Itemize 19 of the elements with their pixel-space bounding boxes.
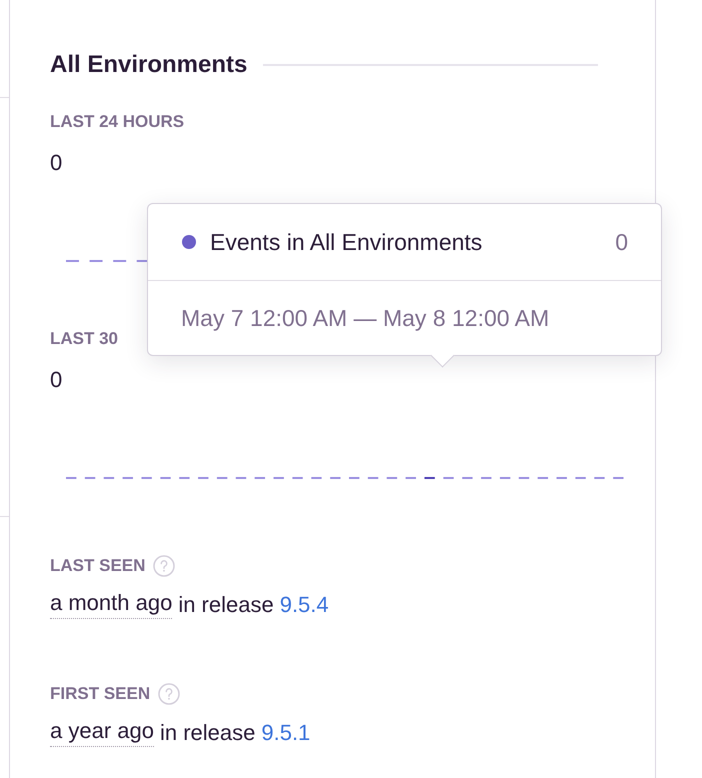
series-dot-icon — [182, 235, 196, 249]
section-heading: All Environments — [50, 50, 248, 80]
seen-label: FIRST SEEN — [50, 684, 150, 704]
event-count: 0 — [50, 150, 64, 176]
help-icon[interactable] — [158, 683, 180, 705]
series-value: 0 — [615, 228, 628, 256]
seen-label: LAST SEEN — [50, 556, 146, 576]
release-text: in release — [178, 591, 274, 619]
help-icon[interactable] — [153, 555, 176, 577]
stat-label: LAST 30 — [50, 329, 120, 349]
relative-time: a year ago — [50, 719, 154, 747]
event-count: 0 — [50, 367, 64, 393]
release-text: in release — [160, 719, 256, 747]
relative-time: a month ago — [50, 591, 172, 619]
date-range: May 7 12:00 AM — May 8 12:00 AM — [180, 304, 550, 333]
release-link[interactable]: 9.5.4 — [280, 591, 329, 619]
release-link[interactable]: 9.5.1 — [261, 719, 310, 747]
series-name: Events in All Environments — [210, 228, 484, 256]
stat-label: LAST 24 HOURS — [50, 112, 186, 132]
